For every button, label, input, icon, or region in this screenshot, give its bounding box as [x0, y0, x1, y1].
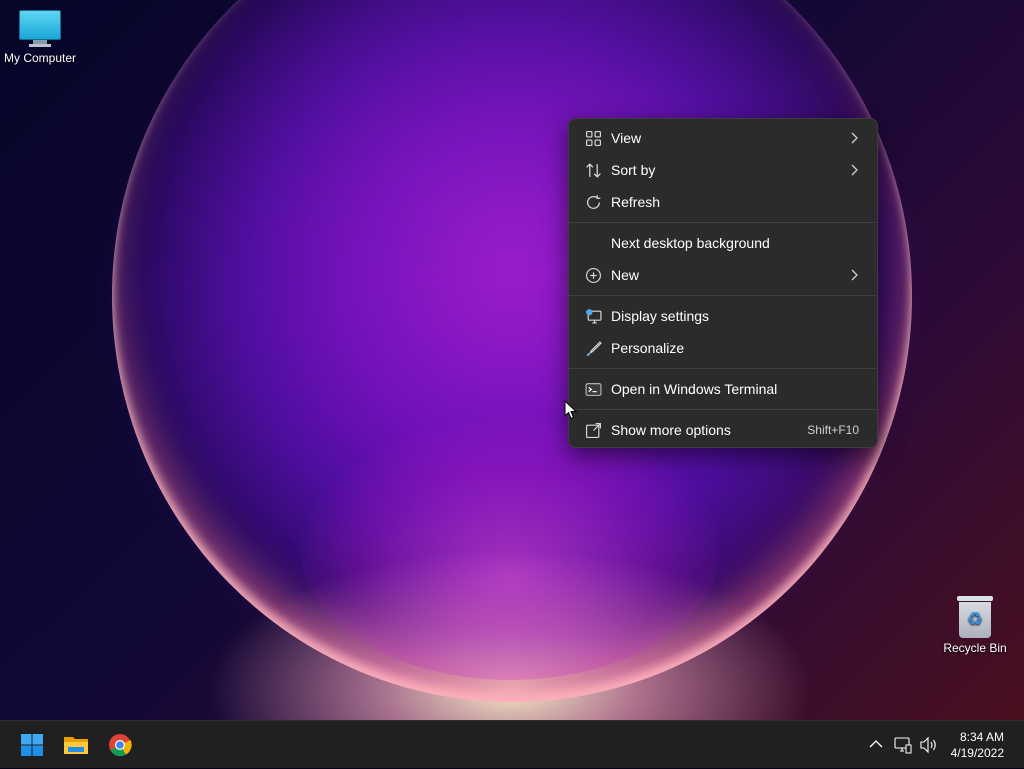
menu-item-label: Sort by — [611, 162, 656, 178]
menu-item-label: Show more options — [611, 422, 731, 438]
clock-date: 4/19/2022 — [950, 746, 1004, 760]
menu-item-label: New — [611, 267, 640, 283]
desktop-icon-label: My Computer — [3, 51, 77, 65]
terminal-icon — [585, 383, 602, 396]
desktop-icon-my-computer[interactable]: My Computer — [0, 10, 80, 65]
menu-separator — [569, 222, 877, 223]
system-tray — [866, 721, 946, 769]
monitor-icon — [19, 10, 61, 48]
desktop-context-menu: View Sort by Refresh Next desktop backgr… — [568, 118, 878, 448]
menu-separator — [569, 409, 877, 410]
menu-item-personalize[interactable]: Personalize — [573, 332, 873, 364]
desktop-icon-label: Recycle Bin — [943, 641, 1007, 655]
menu-item-next-desktop-background[interactable]: Next desktop background — [573, 227, 873, 259]
file-explorer-button[interactable] — [60, 729, 92, 761]
clock-time: 8:34 AM — [959, 730, 1004, 744]
network-icon[interactable] — [894, 736, 912, 754]
menu-item-label: Next desktop background — [611, 235, 770, 251]
menu-item-label: View — [611, 130, 642, 146]
external-icon — [586, 423, 601, 438]
desktop-icon-recycle-bin[interactable]: ♻ Recycle Bin — [935, 596, 1015, 655]
shortcut-hint: Shift+F10 — [807, 423, 859, 437]
menu-item-display-settings[interactable]: Display settings — [573, 300, 873, 332]
recycle-bin-icon: ♻ — [957, 596, 993, 638]
menu-item-view[interactable]: View — [573, 122, 873, 154]
taskbar: 8:34 AM 4/19/2022 — [0, 720, 1024, 768]
windows-start-icon — [21, 734, 43, 756]
start-button[interactable] — [16, 729, 48, 761]
menu-item-label: Open in Windows Terminal — [611, 381, 778, 397]
plus-circle-icon — [586, 268, 601, 283]
mouse-cursor — [564, 400, 578, 420]
menu-separator — [569, 368, 877, 369]
folder-icon — [64, 737, 88, 754]
menu-item-new[interactable]: New — [573, 259, 873, 291]
display-icon — [586, 309, 602, 324]
chrome-icon — [109, 734, 132, 757]
menu-item-show-more-options[interactable]: Show more options Shift+F10 — [573, 414, 873, 446]
chevron-right-icon — [851, 269, 858, 281]
chevron-right-icon — [851, 164, 858, 176]
sort-arrows-icon — [586, 163, 601, 178]
menu-item-open-terminal[interactable]: Open in Windows Terminal — [573, 373, 873, 405]
brush-icon — [586, 341, 602, 356]
menu-item-label: Personalize — [611, 340, 685, 356]
chrome-button[interactable] — [104, 729, 136, 761]
wallpaper-glow — [300, 420, 720, 680]
menu-item-refresh[interactable]: Refresh — [573, 186, 873, 218]
menu-item-label: Refresh — [611, 194, 661, 210]
chevron-up-icon[interactable] — [869, 739, 883, 749]
taskbar-clock[interactable]: 8:34 AM 4/19/2022 — [951, 729, 1004, 761]
grid-icon — [586, 131, 601, 146]
volume-icon[interactable] — [919, 736, 939, 754]
refresh-icon — [587, 195, 601, 209]
chevron-right-icon — [851, 132, 858, 144]
menu-item-sort-by[interactable]: Sort by — [573, 154, 873, 186]
menu-separator — [569, 295, 877, 296]
menu-item-label: Display settings — [611, 308, 710, 324]
